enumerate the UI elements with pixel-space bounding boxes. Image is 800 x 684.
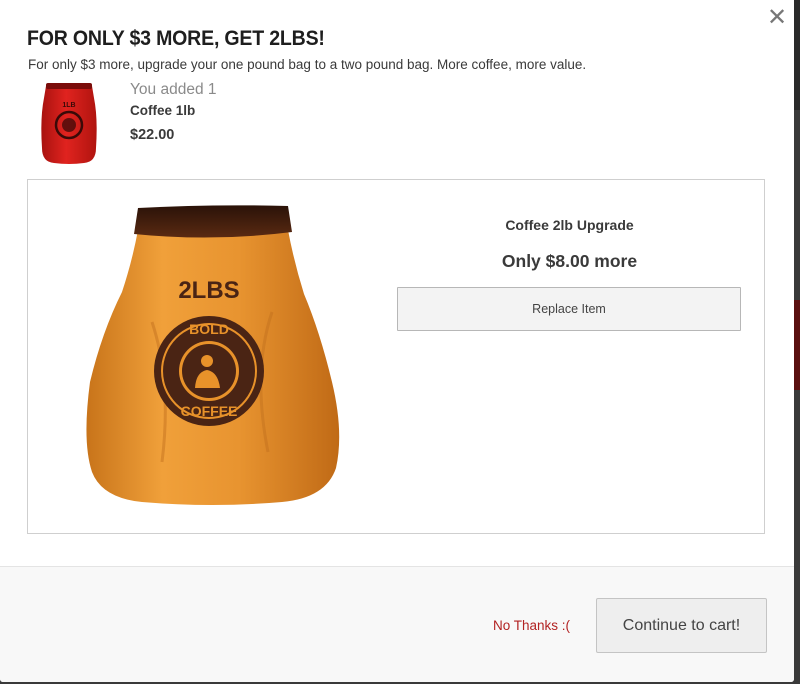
- close-icon: ✕: [766, 3, 788, 31]
- added-item-label: You added 1: [130, 81, 217, 98]
- svg-text:2LBS: 2LBS: [178, 277, 239, 304]
- close-button[interactable]: ✕: [764, 4, 790, 30]
- svg-text:BOLD: BOLD: [189, 321, 229, 337]
- replace-item-button[interactable]: Replace Item: [397, 287, 741, 331]
- modal-footer: No Thanks :( Continue to cart!: [0, 566, 794, 682]
- background-page-strip-red: [794, 300, 800, 390]
- coffee-bag-2lb-image: 2LBS BOLD COFFEE: [86, 205, 340, 505]
- svg-text:1LB: 1LB: [62, 102, 75, 109]
- continue-to-cart-button[interactable]: Continue to cart!: [596, 598, 767, 653]
- background-page-strip: [794, 0, 800, 110]
- upsell-modal: ✕ FOR ONLY $3 MORE, GET 2LBS! For only $…: [0, 0, 794, 682]
- added-item-thumbnail: 1LB: [38, 78, 100, 166]
- upsell-product-name: Coffee 2lb Upgrade: [505, 217, 634, 233]
- added-item-details: You added 1 Coffee 1lb $22.00: [130, 80, 217, 144]
- upsell-product-image: 2LBS BOLD COFFEE: [82, 202, 344, 508]
- added-item-price: $22.00: [130, 127, 175, 143]
- modal-title: FOR ONLY $3 MORE, GET 2LBS!: [27, 27, 325, 50]
- added-item-name: Coffee 1lb: [130, 103, 196, 118]
- upsell-price: Only $8.00 more: [501, 251, 638, 271]
- coffee-bag-1lb-image: 1LB: [41, 83, 97, 164]
- upsell-offer-card: 2LBS BOLD COFFEE Coffee 2lb Upgrade Only…: [27, 179, 765, 534]
- svg-text:COFFEE: COFFEE: [181, 403, 238, 419]
- modal-subtitle: For only $3 more, upgrade your one pound…: [28, 57, 587, 72]
- upsell-offer-info: Coffee 2lb Upgrade Only $8.00 more Repla…: [397, 216, 742, 331]
- no-thanks-link[interactable]: No Thanks :(: [493, 618, 570, 633]
